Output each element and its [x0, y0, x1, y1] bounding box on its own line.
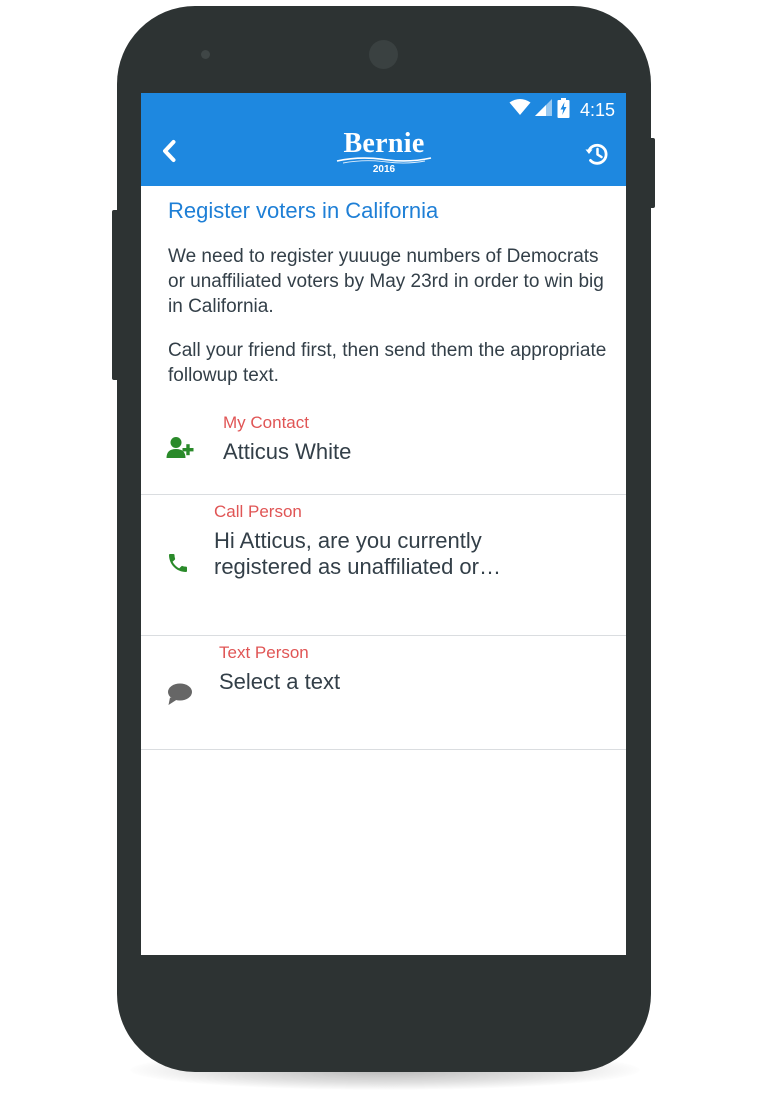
- history-button[interactable]: [583, 142, 611, 170]
- app-bar: 4:15 Bernie 2016: [141, 93, 626, 186]
- select-text-value: Select a text: [219, 669, 341, 694]
- call-script-preview: Hi Atticus, are you currently registered…: [214, 528, 501, 579]
- history-icon: [584, 141, 610, 172]
- text-person-label: Text Person: [219, 643, 309, 662]
- page-title: Register voters in California: [168, 198, 439, 223]
- instruction-paragraph: Call your friend first, then send them t…: [168, 340, 607, 386]
- status-time: 4:15: [579, 99, 615, 120]
- wifi-icon: [509, 99, 531, 121]
- proximity-sensor: [201, 50, 210, 59]
- my-contact-value: Atticus White: [223, 439, 352, 464]
- back-button[interactable]: [155, 139, 183, 167]
- call-person-row[interactable]: Call Person Hi Atticus, are you currentl…: [141, 495, 626, 636]
- battery-charging-icon: [557, 97, 570, 123]
- chevron-left-icon: [161, 139, 177, 168]
- phone-screen: 4:15 Bernie 2016 Register voters in Cali…: [141, 93, 626, 955]
- add-contact-icon: [166, 434, 194, 462]
- phone-mockup: 4:15 Bernie 2016 Register voters in Cali…: [0, 0, 757, 1102]
- phone-icon: [164, 549, 192, 577]
- status-bar: 4:15: [509, 93, 626, 127]
- chat-bubble-icon: [166, 681, 194, 709]
- front-camera: [369, 40, 398, 69]
- signal-icon: [534, 99, 553, 121]
- text-person-row[interactable]: Text Person Select a text: [141, 636, 626, 750]
- logo-year: 2016: [372, 164, 396, 175]
- logo-wordmark: Bernie: [343, 128, 425, 159]
- my-contact-label: My Contact: [223, 413, 309, 432]
- my-contact-row[interactable]: My Contact Atticus White: [141, 406, 626, 495]
- logo-wave-icon: [336, 157, 432, 164]
- call-person-label: Call Person: [214, 502, 302, 521]
- description-paragraph: We need to register yuuuge numbers of De…: [168, 246, 604, 317]
- bernie-logo: Bernie 2016: [331, 129, 437, 179]
